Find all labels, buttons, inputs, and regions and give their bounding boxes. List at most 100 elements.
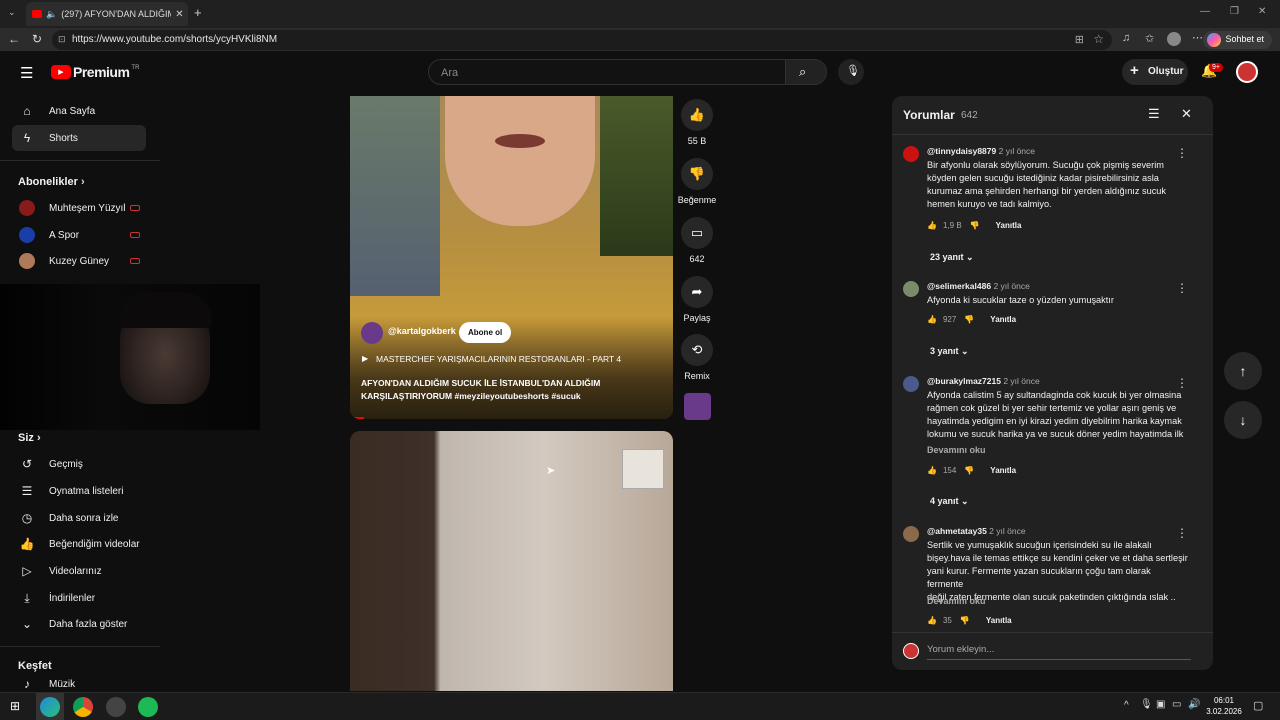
comment-menu-icon[interactable]: ⋮	[1176, 281, 1188, 295]
dislike-button[interactable]: 👎	[681, 158, 713, 190]
sort-icon[interactable]: ☰	[1148, 106, 1160, 122]
playlist-title[interactable]: MASTERCHEF YARIŞMACILARININ RESTORANLARI…	[376, 354, 621, 364]
remix-button[interactable]: ⟲	[681, 334, 713, 366]
progress-bar[interactable]	[354, 417, 364, 419]
tab-list-icon[interactable]: ⌄	[8, 7, 16, 18]
sidebar-item-home[interactable]: ⌂ Ana Sayfa	[12, 98, 146, 124]
sidebar-item-your-videos[interactable]: ▷ Videolarınız	[12, 558, 146, 584]
menu-icon[interactable]: ☰	[20, 64, 33, 82]
replies-toggle[interactable]: 4 yanıt ⌄	[930, 496, 969, 507]
share-button[interactable]: ➦	[681, 276, 713, 308]
close-tab-icon[interactable]: ✕	[175, 9, 183, 20]
commenter-avatar[interactable]	[903, 281, 919, 297]
next-short-button[interactable]: ↓	[1224, 401, 1262, 439]
dislike-icon[interactable]: 👎	[964, 466, 974, 475]
you-header[interactable]: Siz ›	[18, 432, 41, 444]
minimize-icon[interactable]: —	[1200, 6, 1210, 17]
favorite-star-icon[interactable]: ☆	[1093, 32, 1104, 46]
browser-tab[interactable]: 🔈 (297) AFYON'DAN ALDIĞIM S ✕	[26, 2, 188, 26]
tray-network-icon[interactable]: ▭	[1172, 699, 1181, 710]
sidebar-item-shorts[interactable]: ϟ Shorts	[12, 125, 146, 151]
reply-button[interactable]: Yanıtla	[986, 616, 1012, 625]
apps-icon[interactable]: ⊞	[1075, 33, 1084, 46]
reply-button[interactable]: Yanıtla	[990, 466, 1016, 475]
sidebar-item-music[interactable]: ♪ Müzik	[12, 677, 146, 691]
reply-button[interactable]: Yanıtla	[990, 315, 1016, 324]
obs-icon[interactable]	[106, 697, 126, 717]
new-tab-icon[interactable]: +	[194, 5, 202, 20]
subscriptions-header[interactable]: Abonelikler ›	[18, 176, 85, 188]
dislike-icon[interactable]: 👎	[960, 616, 970, 625]
sidebar-item-history[interactable]: ↺ Geçmiş	[12, 451, 146, 477]
chrome-icon[interactable]	[73, 697, 93, 717]
sidebar-subscription[interactable]: Kuzey Güney	[12, 248, 146, 274]
dislike-icon[interactable]: 👎	[964, 315, 974, 324]
read-more-link[interactable]: Devamını oku	[927, 596, 986, 606]
comment-menu-icon[interactable]: ⋮	[1176, 146, 1188, 160]
replies-toggle[interactable]: 3 yanıt ⌄	[930, 346, 969, 357]
sidebar-item-show-more[interactable]: ⌄ Daha fazla göster	[12, 611, 146, 637]
commenter-avatar[interactable]	[903, 146, 919, 162]
commenter-handle[interactable]: @burakylmaz7215 2 yıl önce	[927, 376, 1040, 386]
sidebar-subscription[interactable]: Muhteşem Yüzyıl	[12, 195, 146, 221]
site-info-icon[interactable]: ⊡	[58, 34, 66, 45]
edge-icon[interactable]	[40, 697, 60, 717]
previous-short-button[interactable]: ↑	[1224, 352, 1262, 390]
sidebar-item-liked-videos[interactable]: 👍 Beğendiğim videolar	[12, 531, 146, 557]
commenter-handle[interactable]: @selimerkal486 2 yıl önce	[927, 281, 1030, 291]
more-icon[interactable]: ⋯	[1192, 31, 1203, 44]
comment-menu-icon[interactable]: ⋮	[1176, 526, 1188, 540]
notification-center-icon[interactable]: ▢	[1253, 699, 1263, 712]
tray-chevron-icon[interactable]: ^	[1124, 700, 1129, 711]
short-video-player[interactable]: @kartalgokberk Abone ol ▶ MASTERCHEF YAR…	[350, 96, 673, 419]
profile-icon[interactable]	[1167, 32, 1181, 46]
comment-menu-icon[interactable]: ⋮	[1176, 376, 1188, 390]
like-icon[interactable]: 👍	[927, 315, 937, 324]
commenter-handle[interactable]: @tinnydaisy8879 2 yıl önce	[927, 146, 1035, 156]
url-field[interactable]: ⊡ https://www.youtube.com/shorts/ycyHVKl…	[52, 30, 1112, 50]
copilot-button[interactable]: Sohbet et	[1203, 31, 1272, 49]
like-icon[interactable]: 👍	[927, 466, 937, 475]
refresh-icon[interactable]: ↻	[32, 32, 42, 46]
voice-search-button[interactable]: 🎙	[838, 59, 864, 85]
create-button[interactable]: + Oluştur	[1122, 59, 1188, 85]
like-button[interactable]: 👍	[681, 99, 713, 131]
taskbar-clock[interactable]: 06:01	[1210, 696, 1238, 705]
like-icon[interactable]: 👍	[927, 221, 937, 230]
tray-mic-icon[interactable]: 🎙	[1140, 699, 1153, 710]
sidebar-subscription[interactable]: A Spor	[12, 222, 146, 248]
commenter-avatar[interactable]	[903, 376, 919, 392]
channel-avatar[interactable]	[361, 322, 383, 344]
sidebar-item-downloads[interactable]: ⤓ İndirilenler	[12, 585, 146, 611]
restore-icon[interactable]: ❐	[1230, 6, 1239, 17]
commenter-avatar[interactable]	[903, 526, 919, 542]
youtube-logo[interactable]: ▶ Premium TR	[51, 64, 139, 80]
close-window-icon[interactable]: ✕	[1258, 6, 1266, 17]
channel-handle[interactable]: @kartalgokberk	[388, 326, 456, 336]
sidebar-item-playlists[interactable]: ☰ Oynatma listeleri	[12, 478, 146, 504]
reply-button[interactable]: Yanıtla	[996, 221, 1022, 230]
back-icon[interactable]: ←	[8, 32, 20, 46]
sidebar-item-watch-later[interactable]: ◷ Daha sonra izle	[12, 505, 146, 531]
close-icon[interactable]: ✕	[1181, 106, 1192, 122]
speaker-icon[interactable]: 🔈	[46, 9, 57, 20]
spotify-icon[interactable]	[138, 697, 158, 717]
account-avatar[interactable]	[1236, 61, 1258, 83]
subscribe-button[interactable]: Abone ol	[459, 322, 512, 343]
read-more-link[interactable]: Devamını oku	[927, 445, 986, 455]
next-short-video[interactable]	[350, 431, 673, 691]
favorites-icon[interactable]: ✩	[1145, 32, 1154, 45]
replies-toggle[interactable]: 23 yanıt ⌄	[930, 252, 974, 263]
taskbar-date[interactable]: 3.02.2026	[1200, 707, 1248, 716]
windows-start-icon[interactable]: ⊞	[10, 699, 20, 713]
like-icon[interactable]: 👍	[927, 616, 937, 625]
dislike-icon[interactable]: 👎	[970, 221, 980, 230]
commenter-handle[interactable]: @ahmetatay35 2 yıl önce	[927, 526, 1026, 536]
sound-thumbnail[interactable]	[684, 393, 711, 420]
comments-button[interactable]: ▭	[681, 217, 713, 249]
tray-volume-icon[interactable]: 🔊	[1188, 699, 1200, 710]
add-comment-input[interactable]: Yorum ekleyin...	[927, 644, 1191, 660]
search-input[interactable]: Ara	[428, 59, 786, 85]
search-button[interactable]: ⌕	[785, 59, 827, 85]
tray-camera-icon[interactable]: ▣	[1156, 699, 1165, 710]
